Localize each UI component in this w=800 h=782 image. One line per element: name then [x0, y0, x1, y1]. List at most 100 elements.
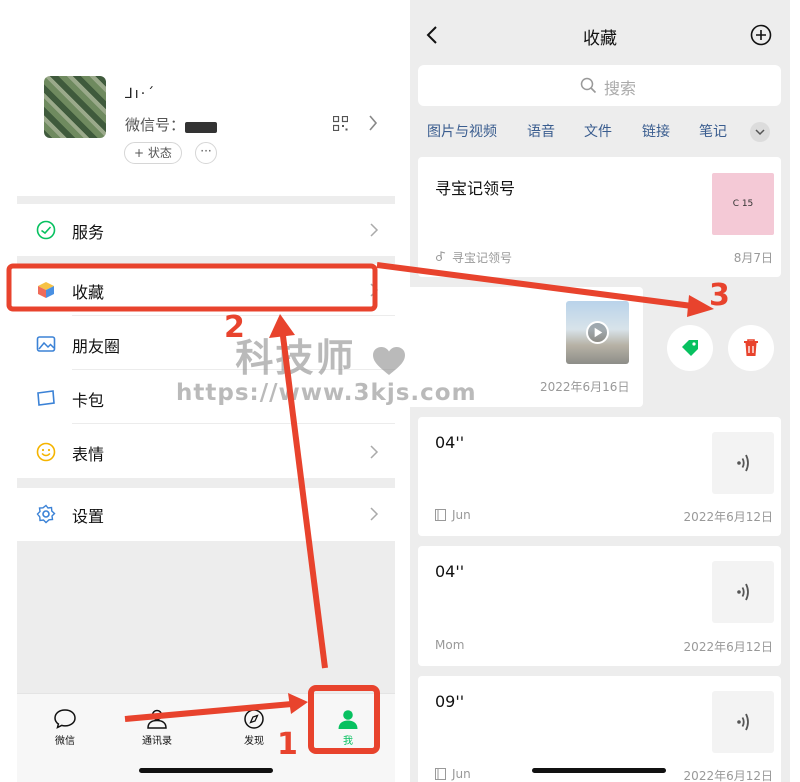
settings-gear-icon	[36, 504, 56, 524]
menu-item-stickers[interactable]: 表情	[17, 426, 395, 478]
wechat-id-value: ,	[185, 122, 217, 133]
service-icon	[36, 220, 56, 240]
more-button[interactable]: ···	[195, 142, 217, 164]
contacts-icon	[147, 709, 167, 729]
tab-discover[interactable]: 发现	[224, 708, 284, 747]
tab-label-discover: 发现	[244, 736, 264, 747]
search-icon	[580, 77, 597, 94]
filter-notes[interactable]: 笔记	[699, 121, 727, 141]
item-date: 8月7日	[733, 251, 773, 265]
add-icon[interactable]	[750, 24, 772, 46]
card-wallet-icon	[37, 390, 55, 406]
watermark: 科技师 https://www.3kjs.com	[176, 327, 477, 406]
voice-wave-icon	[737, 713, 749, 731]
item-thumbnail: C 15	[712, 173, 774, 235]
voice-duration: 04''	[435, 562, 465, 581]
item-title: 寻宝记领号	[435, 179, 516, 198]
watermark-title: 科技师	[176, 327, 466, 382]
section-gap	[17, 256, 395, 264]
avatar[interactable]	[44, 76, 106, 138]
compass-icon	[244, 709, 264, 729]
item-source: Jun	[452, 508, 471, 522]
play-icon	[586, 321, 609, 344]
favorite-item[interactable]: 寻宝记领号 C 15 寻宝记领号 8月7日	[418, 157, 781, 277]
voice-thumbnail	[712, 432, 774, 494]
note-icon	[435, 509, 446, 521]
filter-images-videos[interactable]: 图片与视频	[427, 121, 497, 141]
menu-item-favorites[interactable]: 收藏	[17, 264, 395, 316]
tab-label-me: 我	[343, 736, 353, 747]
item-date: 2022年6月16日	[540, 380, 630, 394]
video-thumbnail	[566, 301, 629, 364]
chevron-right-icon	[370, 283, 379, 297]
watermark-title-text: 科技师	[235, 336, 356, 380]
item-date: 2022年6月12日	[683, 640, 773, 654]
search-input[interactable]: 搜索	[418, 65, 781, 106]
page-title: 收藏	[583, 29, 617, 49]
favorite-item[interactable]: 09'' Jun 2022年6月12日	[418, 676, 781, 782]
step-number-3: 3	[709, 278, 730, 313]
step-number-2: 2	[224, 310, 245, 345]
menu-label-favorites: 收藏	[72, 283, 105, 302]
chevron-right-icon	[370, 507, 379, 521]
profile-header[interactable]: ⅃ı·ˊ 微信号： , + 状态 ···	[17, 0, 395, 196]
delete-button[interactable]	[728, 325, 774, 371]
section-gap	[17, 478, 395, 488]
chevron-right-icon	[370, 445, 379, 459]
note-icon	[435, 768, 446, 780]
filter-voice[interactable]: 语音	[527, 121, 555, 141]
tab-label-contacts: 通讯录	[142, 736, 172, 747]
moments-picture-icon	[36, 336, 56, 352]
chat-bubble-icon	[54, 709, 76, 729]
divider	[72, 423, 395, 424]
watermark-url: https://www.3kjs.com	[176, 380, 477, 406]
item-date: 2022年6月12日	[683, 510, 773, 524]
menu-item-service[interactable]: 服务	[17, 204, 395, 256]
tab-chats[interactable]: 微信	[35, 708, 95, 747]
person-icon	[338, 710, 358, 729]
filter-files[interactable]: 文件	[584, 121, 612, 141]
search-placeholder: 搜索	[604, 79, 637, 98]
voice-duration: 04''	[435, 433, 465, 452]
home-indicator	[532, 768, 666, 773]
tab-contacts[interactable]: 通讯录	[127, 708, 187, 747]
filter-links[interactable]: 链接	[642, 121, 670, 141]
chevron-down-icon[interactable]	[750, 122, 770, 142]
voice-thumbnail	[712, 561, 774, 623]
item-source: 寻宝记领号	[452, 251, 513, 265]
favorite-item[interactable]: 04'' Jun 2022年6月12日	[418, 417, 781, 536]
nav-bar: 收藏	[410, 0, 790, 64]
status-button[interactable]: + 状态	[124, 142, 182, 164]
nickname: ⅃ı·ˊ	[125, 86, 157, 102]
empty-area	[17, 541, 395, 693]
menu-label-service: 服务	[72, 223, 105, 242]
wechat-id-label: 微信号：	[125, 116, 186, 134]
home-indicator	[139, 768, 273, 773]
item-source: Jun	[452, 767, 471, 781]
menu-item-settings[interactable]: 设置	[17, 488, 395, 541]
section-gap	[17, 196, 395, 204]
favorite-item[interactable]: 04'' Mom 2022年6月12日	[418, 546, 781, 666]
tag-icon	[682, 340, 698, 356]
heart-icon	[372, 346, 405, 375]
link-icon	[435, 251, 446, 262]
delete-icon	[744, 339, 758, 356]
wechat-id: 微信号： ,	[125, 114, 217, 135]
tab-me[interactable]: 我	[318, 708, 378, 747]
filter-bar: 图片与视频 语音 文件 链接 笔记	[410, 112, 790, 148]
menu-label-card-wallet: 卡包	[72, 391, 105, 410]
chevron-right-icon[interactable]	[367, 113, 379, 133]
tag-button[interactable]	[667, 325, 713, 371]
voice-wave-icon	[737, 583, 749, 601]
voice-duration: 09''	[435, 692, 465, 711]
qr-code-icon[interactable]	[333, 116, 348, 131]
sticker-smile-icon	[36, 442, 56, 462]
voice-thumbnail	[712, 691, 774, 753]
screenshot-stage: ⅃ı·ˊ 微信号： , + 状态 ··· 服务 收藏 朋友圈 卡包 表情 设置 …	[0, 0, 800, 782]
menu-label-stickers: 表情	[72, 445, 105, 464]
item-date: 2022年6月12日	[683, 769, 773, 782]
menu-label-moments: 朋友圈	[72, 337, 121, 356]
item-source: Mom	[435, 638, 465, 652]
tab-label-chats: 微信	[55, 736, 75, 747]
favorites-cube-icon	[38, 282, 54, 298]
